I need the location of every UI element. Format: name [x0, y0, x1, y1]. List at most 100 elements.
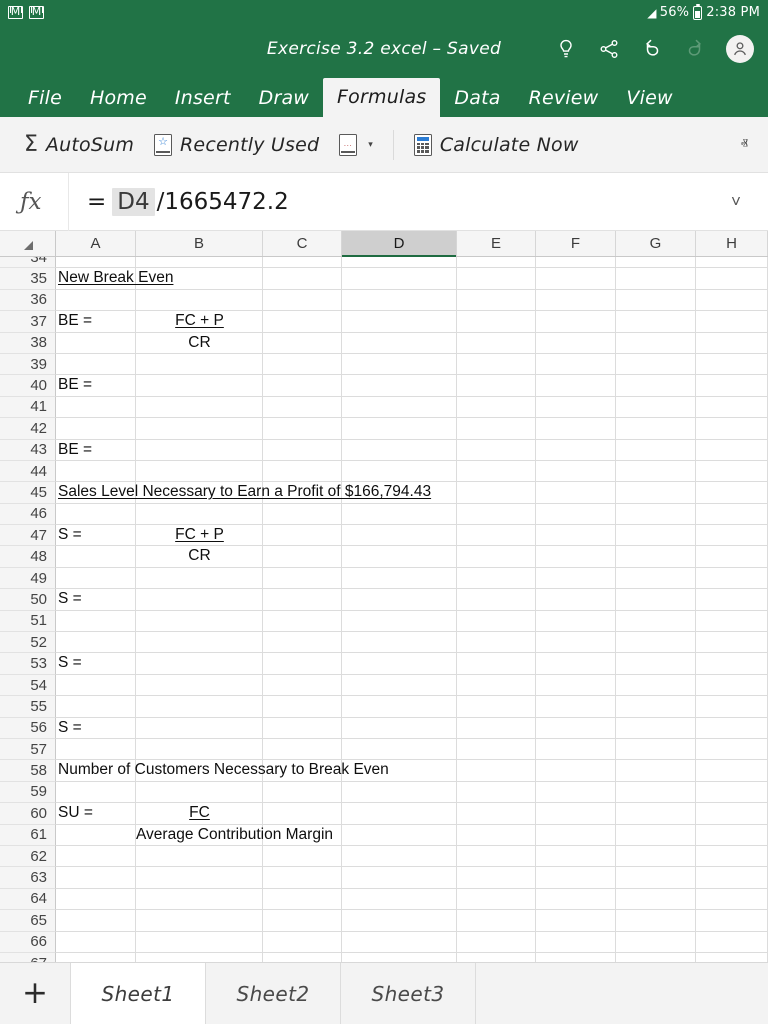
cell-D59[interactable] — [342, 781, 457, 804]
tab-home[interactable]: Home — [76, 87, 161, 117]
tab-file[interactable]: File — [14, 87, 76, 117]
cell-A63[interactable] — [56, 867, 136, 889]
row-header-53[interactable]: 53 — [0, 653, 56, 675]
cell-F44[interactable] — [536, 460, 616, 483]
cell-F40[interactable] — [536, 375, 616, 397]
cell-A61[interactable] — [56, 824, 136, 846]
cell-E67[interactable] — [457, 952, 536, 962]
cell-G49[interactable] — [616, 567, 696, 590]
cell-D51[interactable] — [342, 610, 457, 633]
row-header-59[interactable]: 59 — [0, 781, 56, 804]
cell-C56[interactable] — [263, 717, 342, 739]
cell-H50[interactable] — [696, 589, 768, 611]
row-header-60[interactable]: 60 — [0, 803, 56, 825]
cell-B48[interactable] — [136, 546, 263, 568]
cell-G57[interactable] — [616, 738, 696, 761]
tab-review[interactable]: Review — [515, 87, 613, 117]
select-all-button[interactable] — [0, 231, 56, 256]
column-header-f[interactable]: F — [536, 231, 616, 256]
cell-A48[interactable] — [56, 546, 136, 568]
cell-G62[interactable] — [616, 845, 696, 868]
cell-B43[interactable] — [136, 439, 263, 461]
cell-G63[interactable] — [616, 867, 696, 889]
cell-B41[interactable] — [136, 396, 263, 419]
cell-H65[interactable] — [696, 910, 768, 932]
cell-E35[interactable] — [457, 268, 536, 290]
cell-H67[interactable] — [696, 952, 768, 962]
cell-E56[interactable] — [457, 717, 536, 739]
cell-F49[interactable] — [536, 567, 616, 590]
tab-view[interactable]: View — [612, 87, 686, 117]
sheet-tab-sheet1[interactable]: Sheet1 — [70, 963, 205, 1024]
cell-C50[interactable] — [263, 589, 342, 611]
cell-H44[interactable] — [696, 460, 768, 483]
cell-D65[interactable] — [342, 910, 457, 932]
cell-E46[interactable] — [457, 503, 536, 526]
cell-H37[interactable] — [696, 311, 768, 333]
cell-D34[interactable] — [342, 257, 457, 269]
cell-F60[interactable] — [536, 803, 616, 825]
cell-H34[interactable] — [696, 257, 768, 269]
cell-H64[interactable] — [696, 888, 768, 911]
grid-body[interactable]: 34 35 New Break Even 36 37 BE = FC + P 38 CR 39 40… — [0, 257, 768, 962]
cell-H41[interactable] — [696, 396, 768, 419]
cell-A53[interactable] — [56, 653, 136, 675]
cell-A34[interactable] — [56, 257, 136, 269]
row-header-42[interactable]: 42 — [0, 418, 56, 440]
cell-F51[interactable] — [536, 610, 616, 633]
cell-F41[interactable] — [536, 396, 616, 419]
cell-C34[interactable] — [263, 257, 342, 269]
cell-B59[interactable] — [136, 781, 263, 804]
cell-D54[interactable] — [342, 674, 457, 697]
cell-D53[interactable] — [342, 653, 457, 675]
cell-F66[interactable] — [536, 931, 616, 953]
cell-H59[interactable] — [696, 781, 768, 804]
cell-F50[interactable] — [536, 589, 616, 611]
cell-F58[interactable] — [536, 760, 616, 782]
row-header-50[interactable]: 50 — [0, 589, 56, 611]
cell-F59[interactable] — [536, 781, 616, 804]
cell-B39[interactable] — [136, 353, 263, 376]
row-header-39[interactable]: 39 — [0, 353, 56, 376]
cell-F37[interactable] — [536, 311, 616, 333]
cell-G58[interactable] — [616, 760, 696, 782]
cell-A50[interactable] — [56, 589, 136, 611]
cell-A35[interactable] — [56, 268, 136, 290]
cell-G34[interactable] — [616, 257, 696, 269]
cell-B64[interactable] — [136, 888, 263, 911]
row-header-51[interactable]: 51 — [0, 610, 56, 633]
cell-E50[interactable] — [457, 589, 536, 611]
cell-F38[interactable] — [536, 332, 616, 354]
cell-C43[interactable] — [263, 439, 342, 461]
row-header-58[interactable]: 58 — [0, 760, 56, 782]
cell-C52[interactable] — [263, 632, 342, 654]
cell-D48[interactable] — [342, 546, 457, 568]
cell-B46[interactable] — [136, 503, 263, 526]
cell-B58[interactable] — [136, 760, 263, 782]
cell-C65[interactable] — [263, 910, 342, 932]
cell-C48[interactable] — [263, 546, 342, 568]
row-header-55[interactable]: 55 — [0, 696, 56, 718]
cell-D42[interactable] — [342, 418, 457, 440]
cell-A42[interactable] — [56, 418, 136, 440]
cell-A67[interactable] — [56, 952, 136, 962]
cell-H54[interactable] — [696, 674, 768, 697]
column-header-h[interactable]: H — [696, 231, 768, 256]
cell-A62[interactable] — [56, 845, 136, 868]
cell-A45[interactable] — [56, 482, 136, 504]
cell-A65[interactable] — [56, 910, 136, 932]
row-header-63[interactable]: 63 — [0, 867, 56, 889]
cell-A51[interactable] — [56, 610, 136, 633]
cell-H49[interactable] — [696, 567, 768, 590]
cell-H57[interactable] — [696, 738, 768, 761]
row-header-66[interactable]: 66 — [0, 931, 56, 953]
cell-A43[interactable] — [56, 439, 136, 461]
cell-C64[interactable] — [263, 888, 342, 911]
cell-G35[interactable] — [616, 268, 696, 290]
cell-A58[interactable] — [56, 760, 136, 782]
cell-F67[interactable] — [536, 952, 616, 962]
cell-B61[interactable] — [136, 824, 263, 846]
cell-H43[interactable] — [696, 439, 768, 461]
cell-F52[interactable] — [536, 632, 616, 654]
cell-E39[interactable] — [457, 353, 536, 376]
